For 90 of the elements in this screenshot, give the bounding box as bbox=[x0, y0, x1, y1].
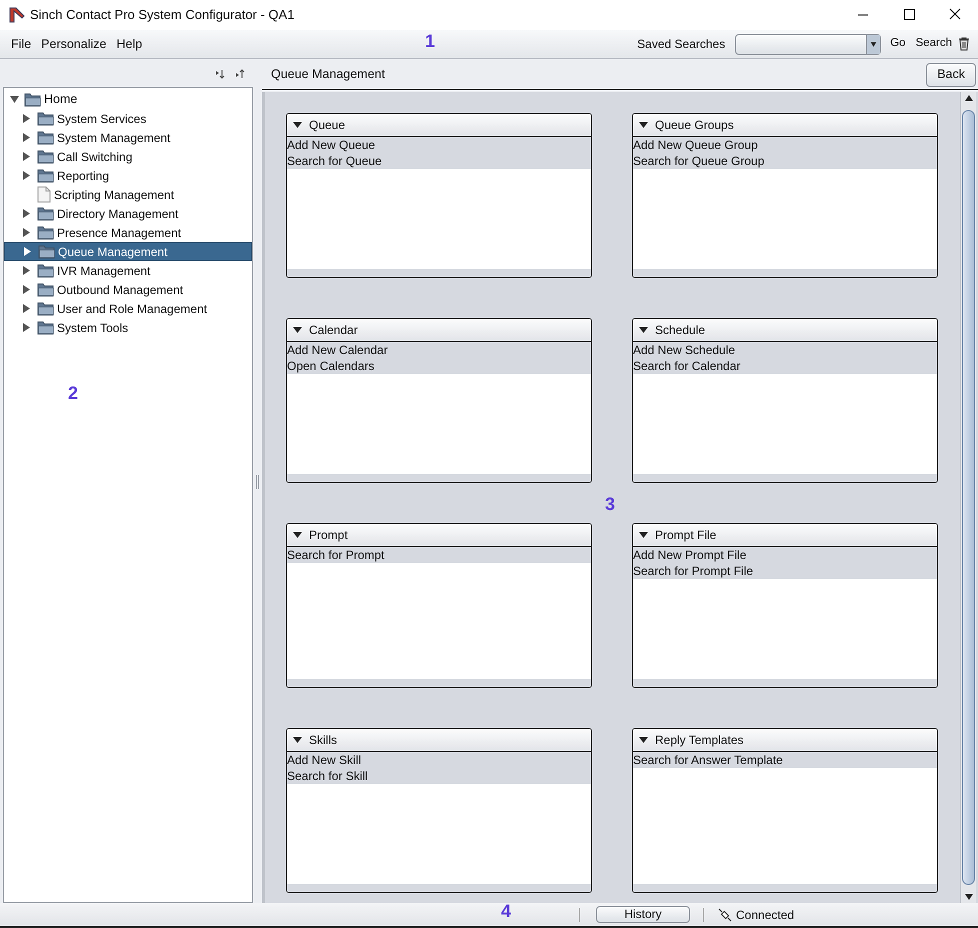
tree-item[interactable]: Directory Management bbox=[4, 204, 252, 223]
card-title: Calendar bbox=[309, 322, 358, 339]
folder-icon bbox=[38, 244, 55, 259]
tree-item[interactable]: Reporting bbox=[4, 166, 252, 185]
connection-status: Connected bbox=[736, 906, 794, 924]
card-title: Skills bbox=[309, 732, 338, 749]
tree-toggle-icon[interactable] bbox=[24, 247, 31, 256]
menu-item[interactable]: File bbox=[11, 34, 32, 54]
tree-toggle-icon[interactable] bbox=[10, 95, 19, 104]
folder-icon bbox=[24, 92, 41, 107]
app-logo-icon bbox=[8, 6, 26, 24]
collapse-caret-icon[interactable] bbox=[639, 532, 648, 538]
collapse-caret-icon[interactable] bbox=[639, 327, 648, 333]
saved-searches-label: Saved Searches bbox=[637, 36, 726, 53]
action-link[interactable]: Search for Queue bbox=[287, 153, 591, 169]
tree-item[interactable]: User and Role Management bbox=[4, 299, 252, 318]
menu-item[interactable]: Help bbox=[116, 34, 142, 54]
back-button[interactable]: Back bbox=[926, 62, 976, 86]
action-link[interactable]: Add New Queue Group bbox=[633, 137, 937, 153]
action-link[interactable]: Add New Queue bbox=[287, 137, 591, 153]
tree-item[interactable]: Queue Management bbox=[4, 242, 252, 261]
folder-icon bbox=[37, 301, 54, 316]
tree-toggle-icon[interactable] bbox=[23, 266, 30, 275]
folder-icon bbox=[37, 320, 54, 335]
folder-icon bbox=[37, 111, 54, 126]
collapse-caret-icon[interactable] bbox=[293, 532, 302, 538]
tree-item[interactable]: Call Switching bbox=[4, 147, 252, 166]
action-link[interactable]: Add New Skill bbox=[287, 752, 591, 768]
collapse-caret-icon[interactable] bbox=[639, 122, 648, 128]
card-title: Queue Groups bbox=[655, 117, 734, 134]
action-link[interactable]: Add New Prompt File bbox=[633, 547, 937, 563]
action-link[interactable]: Search for Calendar bbox=[633, 358, 937, 374]
card-title: Prompt File bbox=[655, 527, 716, 544]
action-link[interactable]: Add New Schedule bbox=[633, 342, 937, 358]
dropdown-caret-icon bbox=[866, 34, 880, 54]
tree-toggle-icon[interactable] bbox=[23, 114, 30, 123]
tree-toggle-icon[interactable] bbox=[23, 171, 30, 180]
action-link[interactable]: Open Calendars bbox=[287, 358, 591, 374]
menu-item[interactable]: Personalize bbox=[41, 34, 106, 54]
action-link[interactable]: Add New Calendar bbox=[287, 342, 591, 358]
collapse-caret-icon[interactable] bbox=[293, 737, 302, 743]
folder-icon bbox=[37, 225, 54, 240]
tree-toggle-icon[interactable] bbox=[23, 323, 30, 332]
callout-number: 3 bbox=[605, 493, 616, 516]
tree-item[interactable]: Outbound Management bbox=[4, 280, 252, 299]
callout-number: 1 bbox=[425, 30, 436, 53]
tree-item[interactable]: System Services bbox=[4, 109, 252, 128]
action-link[interactable]: Search for Skill bbox=[287, 768, 591, 784]
folder-icon bbox=[37, 206, 54, 221]
trash-icon[interactable] bbox=[958, 37, 970, 51]
card-title: Prompt bbox=[309, 527, 348, 544]
folder-icon bbox=[37, 263, 54, 278]
tree-item[interactable]: System Management bbox=[4, 128, 252, 147]
card-title: Reply Templates bbox=[655, 732, 744, 749]
tree-toggle-icon[interactable] bbox=[23, 285, 30, 294]
action-link[interactable]: Search for Prompt bbox=[287, 547, 591, 563]
callout-number: 2 bbox=[68, 382, 78, 405]
tree-item[interactable]: System Tools bbox=[4, 318, 252, 337]
tree-item[interactable]: Home bbox=[44, 90, 78, 109]
tree-item[interactable]: IVR Management bbox=[4, 261, 252, 280]
collapse-all-icon[interactable] bbox=[235, 68, 245, 78]
history-button[interactable]: History bbox=[596, 906, 690, 923]
callout-number: 4 bbox=[501, 900, 512, 923]
panel-title: Queue Management bbox=[271, 66, 385, 84]
document-icon bbox=[37, 186, 51, 203]
action-link[interactable]: Search for Prompt File bbox=[633, 563, 937, 579]
folder-icon bbox=[37, 282, 54, 297]
tree-item[interactable]: Scripting Management bbox=[4, 185, 252, 204]
card-title: Schedule bbox=[655, 322, 706, 339]
go-button[interactable]: Go bbox=[890, 35, 906, 53]
expand-all-icon[interactable] bbox=[215, 68, 225, 78]
tree-toggle-icon[interactable] bbox=[23, 152, 30, 161]
folder-icon bbox=[37, 130, 54, 145]
tree-toggle-icon[interactable] bbox=[23, 209, 30, 218]
saved-searches-dropdown[interactable] bbox=[735, 34, 882, 54]
window-title: Sinch Contact Pro System Configurator - QA1 bbox=[30, 6, 294, 24]
search-button[interactable]: Search bbox=[916, 35, 952, 53]
collapse-caret-icon[interactable] bbox=[293, 122, 302, 128]
scrollbar[interactable] bbox=[960, 92, 976, 903]
folder-icon bbox=[37, 168, 54, 183]
action-link[interactable]: Search for Answer Template bbox=[633, 752, 937, 768]
collapse-caret-icon[interactable] bbox=[639, 737, 648, 743]
collapse-caret-icon[interactable] bbox=[293, 327, 302, 333]
folder-icon bbox=[37, 149, 54, 164]
card-title: Queue bbox=[309, 117, 346, 134]
tree-toggle-icon[interactable] bbox=[23, 133, 30, 142]
tree-toggle-icon[interactable] bbox=[23, 304, 30, 313]
tree-item[interactable]: Presence Management bbox=[4, 223, 252, 242]
tree-toggle-icon[interactable] bbox=[23, 228, 30, 237]
action-link[interactable]: Search for Queue Group bbox=[633, 153, 937, 169]
